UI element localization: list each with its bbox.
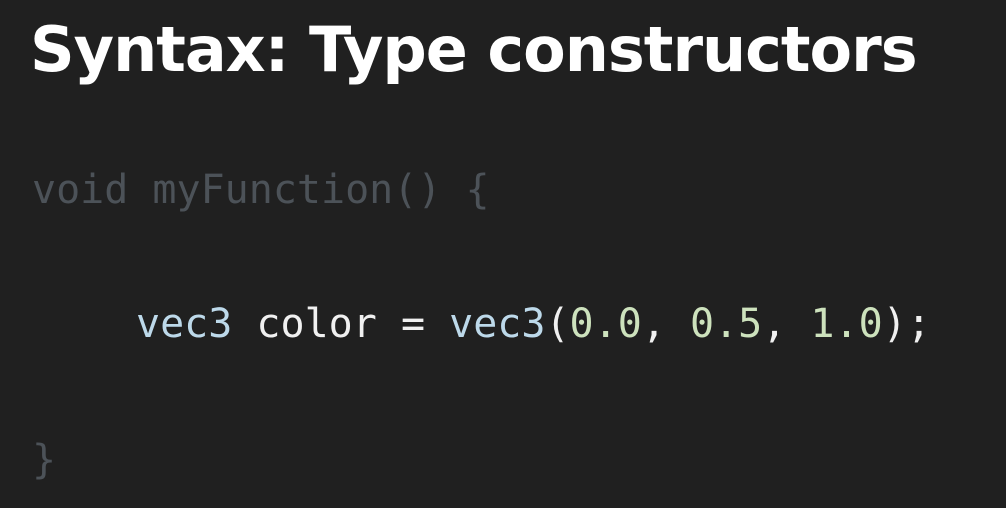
argument-3: 1.0 <box>810 301 883 347</box>
assign-operator: = <box>400 301 426 347</box>
comma-1: , <box>641 301 666 347</box>
function-parens: () <box>393 167 442 213</box>
open-paren: ( <box>545 301 570 347</box>
close-paren-semicolon: ); <box>882 301 931 347</box>
close-brace: } <box>32 437 57 483</box>
comma-2: , <box>762 301 787 347</box>
argument-1: 0.0 <box>569 301 642 347</box>
code-line-function-close: } <box>32 436 56 484</box>
open-brace: { <box>465 167 490 213</box>
code-block: void myFunction() { vec3 color = vec3(0.… <box>0 0 1006 508</box>
slide: Syntax: Type constructors void myFunctio… <box>0 0 1006 508</box>
argument-2: 0.5 <box>689 301 763 347</box>
function-name: myFunction <box>152 167 394 213</box>
constructor-name: vec3 <box>449 301 546 347</box>
declared-type: vec3 <box>136 301 233 347</box>
code-line-function-open: void myFunction() { <box>32 166 490 214</box>
variable-name: color <box>256 301 377 347</box>
code-line-vec3-constructor: vec3 color = vec3(0.0, 0.5, 1.0); <box>136 300 931 348</box>
keyword-void: void <box>32 167 129 213</box>
